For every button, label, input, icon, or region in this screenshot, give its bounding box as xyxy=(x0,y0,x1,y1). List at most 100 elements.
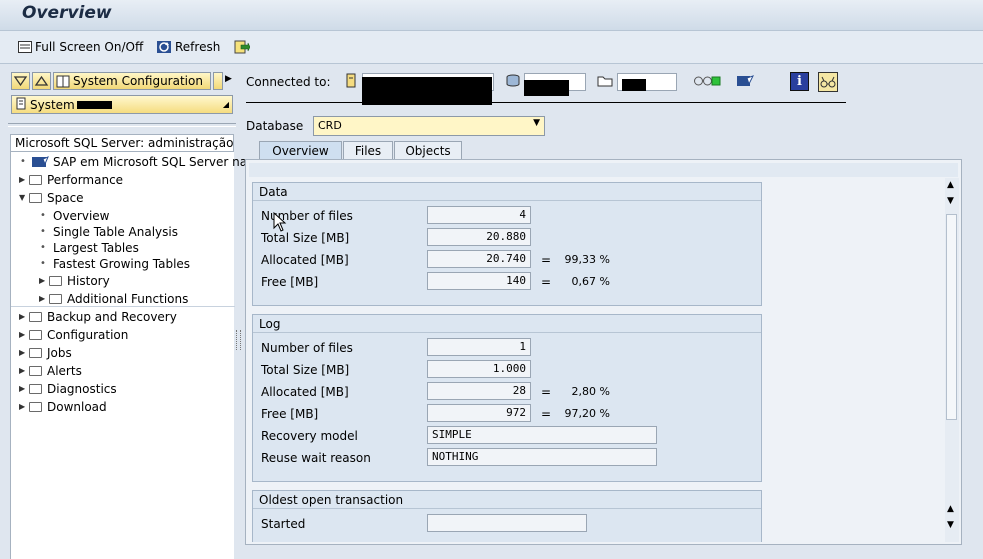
glasses-button[interactable] xyxy=(818,72,838,92)
scroll-down-icon[interactable]: ▼ xyxy=(947,520,954,530)
vertical-scrollbar[interactable]: ▲ ▼ ▲ ▼ xyxy=(945,178,959,542)
row-label: Free [MB] xyxy=(261,275,319,289)
row-label: Reuse wait reason xyxy=(261,451,371,465)
bullet-icon: • xyxy=(20,156,26,167)
navigation-tree: • SAP em Microsoft SQL Server na ▶ Perfo… xyxy=(10,152,247,559)
tree-item-backup-recovery[interactable]: ▶ Backup and Recovery xyxy=(19,308,177,325)
book-icon xyxy=(56,75,70,87)
tree-item-sap-sql[interactable]: • SAP em Microsoft SQL Server na xyxy=(19,153,247,170)
nav-more-button[interactable] xyxy=(213,72,223,90)
tree-item-history[interactable]: ▶ History xyxy=(39,272,110,289)
folder-icon xyxy=(29,383,42,394)
sap-icon xyxy=(32,155,49,167)
expand-icon[interactable]: ▶ xyxy=(19,312,27,321)
arrow-down-icon xyxy=(13,76,28,87)
data-allocated-percent: 99,33 % xyxy=(564,253,610,266)
export-button[interactable] xyxy=(234,38,250,56)
expand-icon[interactable]: ▶ xyxy=(19,175,27,184)
group-title: Oldest open transaction xyxy=(253,491,761,509)
system-field[interactable]: System ◢ xyxy=(11,95,233,114)
scroll-up-icon[interactable]: ▲ xyxy=(947,504,954,514)
tree-item-label: Space xyxy=(47,190,84,205)
expand-icon[interactable]: ▶ xyxy=(19,402,27,411)
row-label: Number of files xyxy=(261,341,353,355)
folder-icon xyxy=(49,275,62,286)
scroll-down-icon[interactable]: ▼ xyxy=(947,196,954,206)
tree-item-alerts[interactable]: ▶ Alerts xyxy=(19,362,82,379)
fullscreen-icon xyxy=(18,41,32,53)
log-allocated-percent: 2,80 % xyxy=(571,385,610,398)
tree-item-fastest-growing-tables[interactable]: • Fastest Growing Tables xyxy=(39,255,190,272)
panel-strip xyxy=(249,163,958,177)
tree-item-diagnostics[interactable]: ▶ Diagnostics xyxy=(19,380,117,397)
reuse-wait-reason-field: NOTHING xyxy=(427,448,657,466)
started-field xyxy=(427,514,587,532)
nav-down-button[interactable] xyxy=(11,72,30,90)
row-label: Started xyxy=(261,517,306,531)
tree-item-label: SAP em Microsoft SQL Server na xyxy=(53,154,248,169)
row-label: Recovery model xyxy=(261,429,358,443)
tree-item-largest-tables[interactable]: • Largest Tables xyxy=(39,239,139,256)
fullscreen-button[interactable]: Full Screen On/Off xyxy=(18,38,143,56)
data-number-files-field: 4 xyxy=(427,206,531,224)
scroll-thumb[interactable] xyxy=(946,214,957,420)
tree-item-single-table-analysis[interactable]: • Single Table Analysis xyxy=(39,223,178,240)
tree-item-label: Diagnostics xyxy=(47,381,117,396)
scroll-up-icon[interactable]: ▲ xyxy=(947,180,954,190)
tree-item-space[interactable]: ▼ Space xyxy=(19,189,84,206)
info-button[interactable]: i xyxy=(790,72,809,91)
server-icon xyxy=(346,73,356,88)
expand-icon[interactable]: ▶ xyxy=(19,384,27,393)
tree-item-configuration[interactable]: ▶ Configuration xyxy=(19,326,128,343)
collapse-icon[interactable]: ▼ xyxy=(19,193,27,202)
arrow-up-icon xyxy=(34,75,49,86)
redacted-block xyxy=(362,77,492,105)
system-configuration-button[interactable]: System Configuration xyxy=(53,72,211,90)
database-select[interactable]: CRD ▼ xyxy=(313,116,545,136)
database-select-value: CRD xyxy=(318,119,342,132)
expand-icon[interactable]: ▶ xyxy=(19,330,27,339)
data-free-field: 140 xyxy=(427,272,531,290)
tree-item-overview[interactable]: • Overview xyxy=(39,207,109,224)
resize-corner-icon[interactable]: ◢ xyxy=(223,100,229,109)
data-group: Data Number of files 4 Total Size [MB] 2… xyxy=(252,182,762,306)
recovery-model-field: SIMPLE xyxy=(427,426,657,444)
tree-item-performance[interactable]: ▶ Performance xyxy=(19,171,123,188)
expand-icon[interactable]: ▶ xyxy=(19,348,27,357)
tree-header: Microsoft SQL Server: administração... xyxy=(10,134,234,152)
row-label: Total Size [MB] xyxy=(261,363,350,377)
tree-item-label: History xyxy=(67,273,110,288)
refresh-button[interactable]: Refresh xyxy=(156,38,220,56)
expand-icon[interactable]: ▶ xyxy=(19,366,27,375)
expand-icon[interactable]: ▶ xyxy=(39,276,47,285)
bullet-icon: • xyxy=(40,226,46,237)
splitter-handle[interactable] xyxy=(236,330,241,350)
fullscreen-label: Full Screen On/Off xyxy=(35,40,144,54)
tree-item-download[interactable]: ▶ Download xyxy=(19,398,107,415)
tree-item-jobs[interactable]: ▶ Jobs xyxy=(19,344,72,361)
chevron-right-icon[interactable]: ▶ xyxy=(225,74,232,84)
log-allocated-field: 28 xyxy=(427,382,531,400)
nav-up-button[interactable] xyxy=(32,72,51,90)
tree-item-additional-functions[interactable]: ▶ Additional Functions xyxy=(39,290,188,307)
expand-icon[interactable]: ▶ xyxy=(39,294,47,303)
tree-item-label: Largest Tables xyxy=(53,240,139,255)
database-label: Database xyxy=(246,119,304,133)
export-icon xyxy=(234,40,250,54)
row-label: Free [MB] xyxy=(261,407,319,421)
tree-item-label: Performance xyxy=(47,172,124,187)
tab-overview[interactable]: Overview xyxy=(259,141,342,160)
row-label: Allocated [MB] xyxy=(261,385,349,399)
tab-files[interactable]: Files xyxy=(343,141,393,160)
tab-objects[interactable]: Objects xyxy=(394,141,462,160)
log-group: Log Number of files 1 Total Size [MB] 1.… xyxy=(252,314,762,482)
redacted-block xyxy=(524,80,569,96)
tree-item-label: Jobs xyxy=(47,345,72,360)
data-total-size-field: 20.880 xyxy=(427,228,531,246)
overview-panel: Data Number of files 4 Total Size [MB] 2… xyxy=(245,159,962,545)
system-label: System xyxy=(30,98,75,112)
folder-icon xyxy=(29,365,42,376)
log-total-size-field: 1.000 xyxy=(427,360,531,378)
mouse-cursor-icon xyxy=(273,212,287,232)
toolbar: Full Screen On/Off Refresh xyxy=(0,31,983,64)
